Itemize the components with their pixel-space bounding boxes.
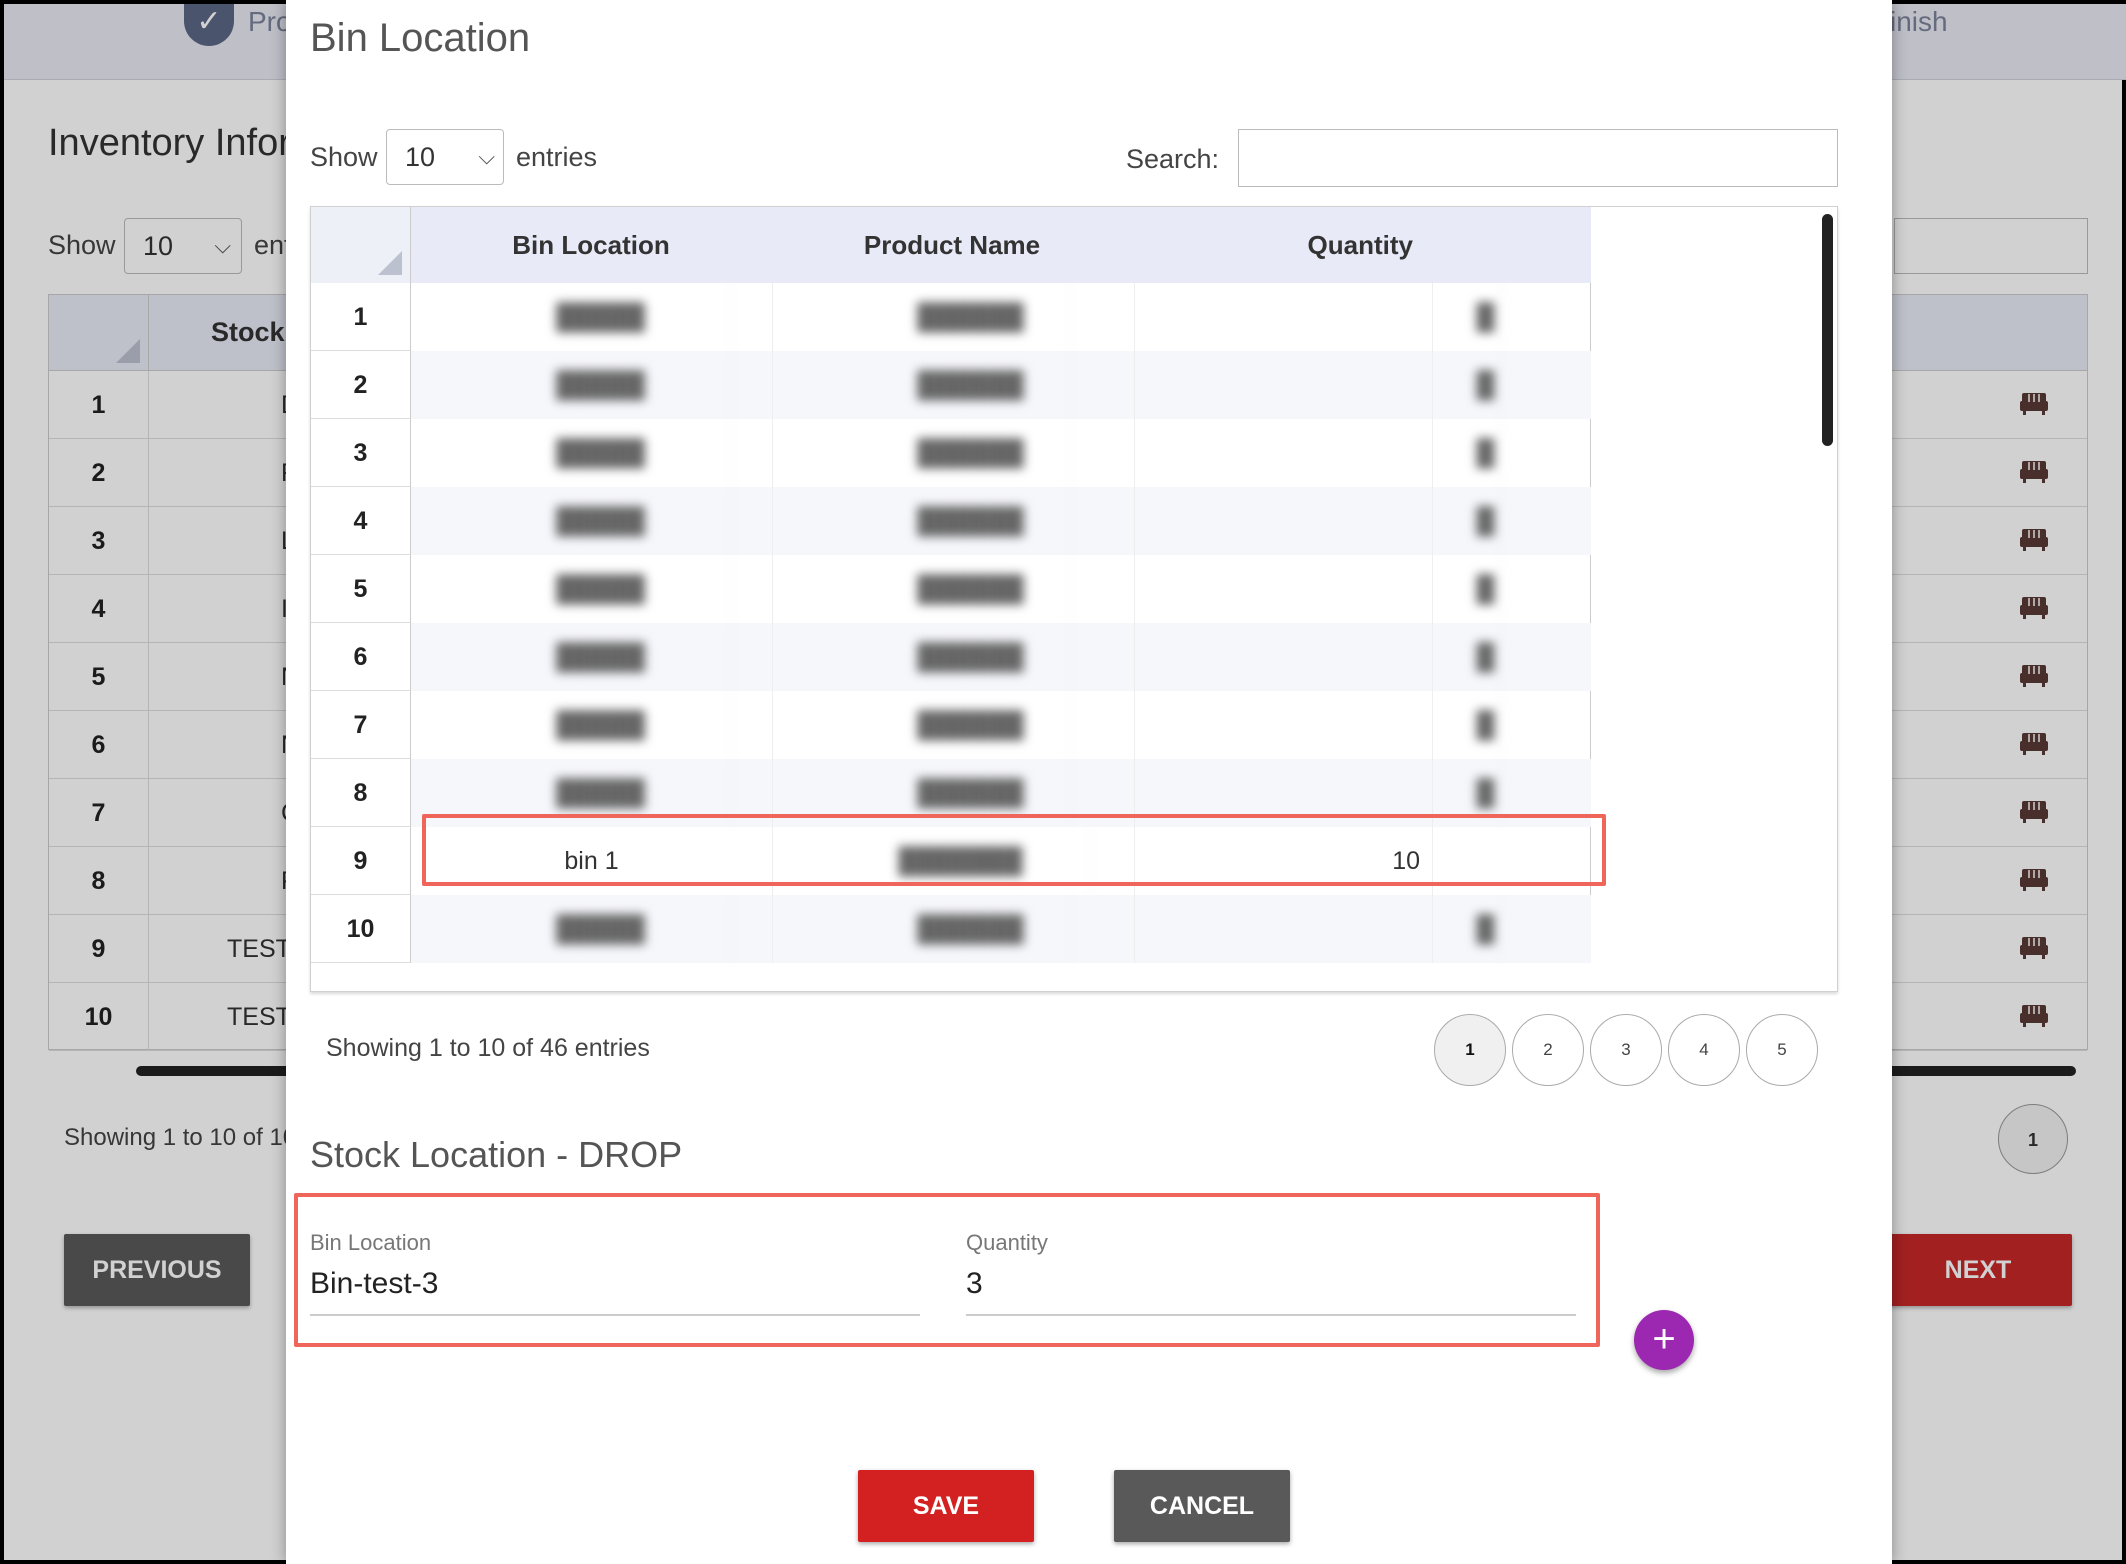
row-number: 8 bbox=[311, 759, 411, 827]
redacted-cell: █ bbox=[1471, 487, 1501, 555]
page-size-select[interactable]: 10 ⌵ bbox=[386, 129, 504, 185]
redacted-cell: █████ bbox=[471, 487, 731, 555]
redacted-cell: ██████ bbox=[871, 895, 1071, 963]
quantity-cell bbox=[1135, 351, 1433, 419]
redacted-cell: ██████ bbox=[871, 351, 1071, 419]
redacted-cell: ██████ bbox=[871, 623, 1071, 691]
pagination-page[interactable]: 3 bbox=[1590, 1014, 1662, 1086]
quantity-cell bbox=[1135, 623, 1433, 691]
redacted-cell: █ bbox=[1471, 283, 1501, 351]
redacted-cell: █ bbox=[1471, 351, 1501, 419]
chevron-down-icon: ⌵ bbox=[478, 144, 495, 169]
quantity-cell bbox=[1135, 419, 1433, 487]
save-button[interactable]: SAVE bbox=[858, 1470, 1034, 1542]
redacted-cell: █████ bbox=[471, 419, 731, 487]
quantity-cell bbox=[1135, 555, 1433, 623]
redacted-cell: █████ bbox=[471, 555, 731, 623]
row-number: 6 bbox=[311, 623, 411, 691]
show-label: Show bbox=[310, 142, 378, 172]
quantity-cell bbox=[1135, 487, 1433, 555]
quantity-cell bbox=[1135, 283, 1433, 351]
table-row[interactable]: 2 █████ ██████ █ bbox=[311, 351, 1591, 419]
search-input[interactable] bbox=[1238, 129, 1838, 187]
highlight-box bbox=[294, 1193, 1600, 1347]
redacted-cell: ██████ bbox=[871, 691, 1071, 759]
table-row[interactable]: 5 █████ ██████ █ bbox=[311, 555, 1591, 623]
redacted-cell: ██████ bbox=[871, 555, 1071, 623]
pagination-page[interactable]: 4 bbox=[1668, 1014, 1740, 1086]
redacted-cell: █████ bbox=[471, 283, 731, 351]
redacted-cell: █████ bbox=[471, 895, 731, 963]
row-number: 3 bbox=[311, 419, 411, 487]
redacted-cell: █████ bbox=[471, 623, 731, 691]
redacted-cell: █ bbox=[1471, 419, 1501, 487]
redacted-cell: ██████ bbox=[871, 487, 1071, 555]
add-location-button[interactable]: + bbox=[1634, 1310, 1694, 1370]
table-row[interactable]: 7 █████ ██████ █ bbox=[311, 691, 1591, 759]
redacted-cell: █ bbox=[1471, 895, 1501, 963]
column-header-product-name[interactable]: Product Name bbox=[771, 207, 1133, 283]
redacted-cell: █████ bbox=[471, 691, 731, 759]
pagination-page[interactable]: 2 bbox=[1512, 1014, 1584, 1086]
corner-cell[interactable] bbox=[311, 207, 411, 283]
table-row[interactable]: 10 █████ ██████ █ bbox=[311, 895, 1591, 963]
entries-label: entries bbox=[516, 142, 598, 172]
modal-title: Bin Location bbox=[310, 16, 531, 60]
redacted-cell: █ bbox=[1471, 555, 1501, 623]
showing-info: Showing 1 to 10 of 46 entries bbox=[326, 1034, 650, 1062]
vertical-scrollbar[interactable] bbox=[1822, 214, 1833, 446]
column-header-quantity[interactable]: Quantity bbox=[1133, 207, 1433, 283]
column-header-bin-location[interactable]: Bin Location bbox=[411, 207, 771, 283]
row-number: 10 bbox=[311, 895, 411, 963]
search-label: Search: bbox=[1126, 144, 1220, 174]
cancel-button[interactable]: CANCEL bbox=[1114, 1470, 1290, 1542]
table-header: Bin Location Product Name Quantity bbox=[311, 207, 1591, 283]
pagination-page[interactable]: 5 bbox=[1746, 1014, 1818, 1086]
quantity-cell bbox=[1135, 895, 1433, 963]
page-size-value: 10 bbox=[405, 142, 436, 172]
redacted-cell: █ bbox=[1471, 691, 1501, 759]
section-title: Stock Location - DROP bbox=[310, 1134, 683, 1175]
redacted-cell: █ bbox=[1471, 623, 1501, 691]
highlight-box bbox=[422, 814, 1606, 886]
row-number: 2 bbox=[311, 351, 411, 419]
pagination-page[interactable]: 1 bbox=[1434, 1014, 1506, 1086]
table-row[interactable]: 3 █████ ██████ █ bbox=[311, 419, 1591, 487]
table-row[interactable]: 1 █████ ██████ █ bbox=[311, 283, 1591, 351]
row-number: 5 bbox=[311, 555, 411, 623]
row-number: 4 bbox=[311, 487, 411, 555]
table-row[interactable]: 4 █████ ██████ █ bbox=[311, 487, 1591, 555]
redacted-cell: ██████ bbox=[871, 283, 1071, 351]
row-number: 1 bbox=[311, 283, 411, 351]
quantity-cell bbox=[1135, 691, 1433, 759]
row-number: 7 bbox=[311, 691, 411, 759]
redacted-cell: █████ bbox=[471, 351, 731, 419]
row-number: 9 bbox=[311, 827, 411, 895]
plus-icon: + bbox=[1652, 1317, 1676, 1361]
redacted-cell: ██████ bbox=[871, 419, 1071, 487]
table-row[interactable]: 6 █████ ██████ █ bbox=[311, 623, 1591, 691]
